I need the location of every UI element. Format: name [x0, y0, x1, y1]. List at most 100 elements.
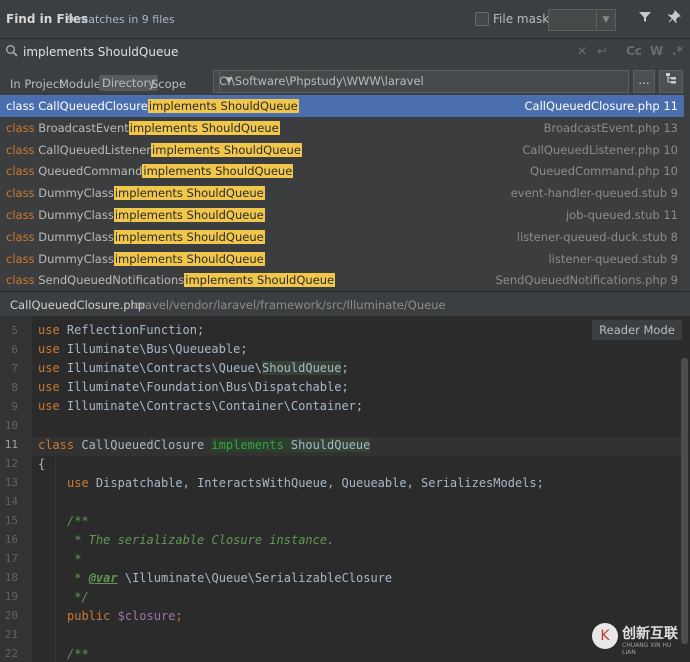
- code-comment: * @var \Illuminate\Queue\SerializableClo…: [74, 571, 393, 585]
- results-scrollbar[interactable]: [684, 95, 690, 291]
- tab-module[interactable]: Module: [59, 77, 101, 91]
- search-match: ShouldQueue: [290, 438, 371, 452]
- watermark-text: 创新互联: [622, 626, 678, 642]
- class-name: QueuedCommand: [38, 164, 143, 179]
- code-line: use Illuminate\Contracts\Container\Conta…: [38, 399, 364, 413]
- result-code: class DummyClassimplements ShouldQueue: [6, 208, 265, 222]
- search-match: ShouldQueue: [262, 361, 342, 375]
- result-file: listener-queued-duck.stub 8: [516, 229, 678, 244]
- line-number: 21: [4, 628, 18, 641]
- tab-directory[interactable]: Directory: [99, 75, 159, 91]
- code-comment: */: [74, 590, 89, 604]
- code-line: use Illuminate\Bus\Queueable;: [38, 342, 248, 356]
- code-comment: /**: [67, 514, 89, 528]
- code-line: use ReflectionFunction;: [38, 323, 205, 337]
- code-line: public $closure;: [67, 609, 183, 623]
- keyword: class: [6, 164, 35, 179]
- keyword: class: [6, 251, 35, 266]
- result-row[interactable]: class DummyClassimplements ShouldQueue jo…: [0, 204, 684, 226]
- reader-mode-button[interactable]: Reader Mode: [591, 319, 683, 341]
- match-highlight: implements ShouldQueue: [113, 251, 265, 266]
- code-preview[interactable]: 5 6 7 8 9 10 11 12 13 14 15 16 17 18 19 20 21 22 use Refl…: [0, 316, 690, 662]
- editor-scrollbar[interactable]: [681, 358, 688, 644]
- keyword: class: [6, 186, 35, 201]
- search-input[interactable]: implements ShouldQueue: [23, 45, 178, 59]
- code-line: use Illuminate\Foundation\Bus\Dispatchab…: [38, 380, 349, 394]
- preview-header: CallQueuedClosure.php laravel/vendor/lar…: [0, 291, 690, 316]
- result-row[interactable]: class CallQueuedClosureimplements Should…: [0, 95, 684, 117]
- pin-icon[interactable]: [666, 10, 682, 26]
- line-number: 7: [11, 362, 18, 375]
- line-number: 20: [4, 609, 18, 622]
- result-row[interactable]: class DummyClassimplements ShouldQueue li…: [0, 247, 684, 270]
- keyword: class: [6, 208, 35, 222]
- result-row[interactable]: class QueuedCommandimplements ShouldQueu…: [0, 160, 684, 183]
- filter-icon[interactable]: [637, 10, 653, 26]
- code-line: class CallQueuedClosure implements Shoul…: [38, 438, 371, 452]
- watermark-logo: K 创新互联 CHUANG XIN HU LIAN: [590, 620, 686, 658]
- line-number-gutter: 5 6 7 8 9 10 11 12 13 14 15 16 17 18 19 20 21 22: [0, 316, 32, 662]
- result-file: SendQueuedNotifications.php 9: [495, 273, 678, 288]
- find-in-files-header: Find in Files 9 matches in 9 files File …: [0, 0, 690, 38]
- result-file: listener-queued.stub 9: [548, 251, 678, 266]
- chevron-down-icon[interactable]: ▼: [219, 71, 238, 92]
- line-number: 13: [4, 476, 18, 489]
- line-number: 9: [11, 400, 18, 413]
- line-number: 18: [4, 571, 18, 584]
- result-row[interactable]: class CallQueuedListenerimplements Shoul…: [0, 138, 684, 161]
- class-name: CallQueuedListener: [38, 142, 152, 157]
- result-file: event-handler-queued.stub 9: [510, 186, 678, 201]
- search-bar: implements ShouldQueue ✕ ↩ Cc W .*: [0, 38, 690, 66]
- results-list: class CallQueuedClosure implements Should…: [0, 95, 690, 292]
- file-mask-checkbox[interactable]: [475, 12, 489, 26]
- result-row[interactable]: class SendQueuedNotificationsimplements …: [0, 269, 684, 292]
- result-row[interactable]: class DummyClassimplements ShouldQueue ev…: [0, 182, 684, 205]
- line-number: 10: [4, 419, 18, 432]
- result-code: class SendQueuedNotificationsimplements …: [6, 273, 336, 288]
- result-code: class CallQueuedClosureimplements Should…: [6, 99, 299, 113]
- match-highlight: implements ShouldQueue: [128, 120, 280, 135]
- keyword: class: [6, 142, 35, 157]
- regex-button[interactable]: .*: [672, 44, 683, 58]
- result-file: QueuedCommand.php 10: [529, 164, 678, 179]
- result-code: class DummyClassimplements ShouldQueue: [6, 186, 265, 201]
- tab-in-project[interactable]: In Project: [10, 77, 64, 91]
- result-file: job-queued.stub 11: [565, 208, 678, 222]
- directory-path-dropdown[interactable]: C:\Software\Phpstudy\WWW\laravel ▼: [213, 70, 629, 93]
- result-code: class QueuedCommandimplements ShouldQueu…: [6, 164, 294, 179]
- whole-words-button[interactable]: W: [650, 44, 663, 58]
- line-number: 6: [11, 343, 18, 356]
- clear-icon[interactable]: ✕: [577, 44, 587, 58]
- tab-scope[interactable]: Scope: [151, 77, 186, 91]
- code-line: use Illuminate\Contracts\Queue\ShouldQue…: [38, 361, 349, 375]
- scope-bar: In Project Module Directory Scope C:\Sof…: [0, 65, 690, 97]
- class-name: DummyClass: [38, 229, 114, 244]
- line-number: 16: [4, 533, 18, 546]
- chevron-down-icon[interactable]: ▼: [596, 10, 615, 30]
- match-highlight: implements ShouldQueue: [142, 164, 294, 179]
- class-name: DummyClass: [38, 208, 114, 222]
- line-number: 22: [4, 647, 18, 660]
- search-match: implements: [211, 438, 284, 452]
- keyword: class: [6, 229, 35, 244]
- code-comment: * The serializable Closure instance.: [74, 533, 335, 547]
- result-row[interactable]: class DummyClassimplements ShouldQueue li…: [0, 225, 684, 248]
- recursive-tree-icon[interactable]: [659, 70, 683, 93]
- line-number: 17: [4, 552, 18, 565]
- class-name: CallQueuedClosure: [38, 99, 148, 113]
- match-highlight: implements ShouldQueue: [113, 229, 265, 244]
- browse-button[interactable]: ...: [633, 70, 655, 93]
- class-name: DummyClass: [38, 251, 114, 266]
- history-icon[interactable]: ↩: [597, 44, 607, 58]
- result-row[interactable]: class BroadcastEventimplements ShouldQue…: [0, 116, 684, 139]
- line-number: 5: [11, 324, 18, 337]
- indent-guide: [55, 458, 56, 662]
- keyword: class: [6, 99, 35, 113]
- result-code: class DummyClassimplements ShouldQueue: [6, 229, 265, 244]
- file-mask-dropdown[interactable]: ▼: [548, 9, 616, 31]
- line-number: 12: [4, 457, 18, 470]
- search-icon[interactable]: [5, 44, 19, 61]
- result-file: CallQueuedListener.php 10: [522, 142, 678, 157]
- result-code: class CallQueuedListenerimplements Shoul…: [6, 142, 302, 157]
- match-case-button[interactable]: Cc: [626, 44, 642, 58]
